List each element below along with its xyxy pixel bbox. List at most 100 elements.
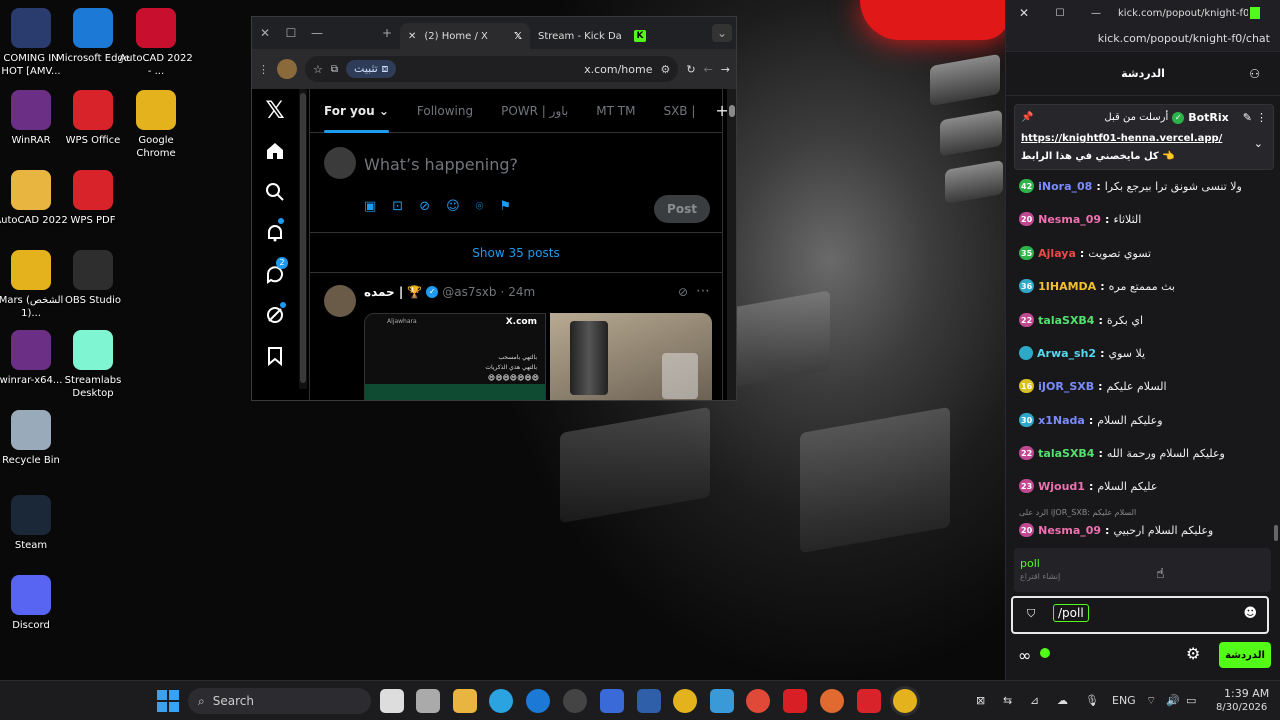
chat-username[interactable]: talaSXB4 bbox=[1038, 447, 1094, 460]
x-sidebar-scrollbar[interactable] bbox=[299, 89, 307, 389]
more-menu-icon[interactable]: ⋮ bbox=[258, 63, 269, 76]
chat-message[interactable]: 35 Ajlaya: تسوي تصويت bbox=[1019, 242, 1268, 264]
tab-for-you[interactable]: For you ⌄ bbox=[310, 89, 403, 133]
profile-avatar[interactable] bbox=[277, 59, 297, 79]
x-logo-icon[interactable]: 𝕏 bbox=[252, 89, 298, 130]
grok-explain-icon[interactable]: ⊘ bbox=[678, 285, 688, 299]
post-button[interactable]: Post bbox=[654, 195, 710, 223]
chat-username[interactable]: Nesma_09 bbox=[1038, 524, 1101, 537]
desktop-icon[interactable]: Steam bbox=[0, 495, 69, 552]
maximize-icon[interactable]: ☐ bbox=[278, 26, 304, 40]
url-text[interactable]: kick.com/popout/knight-f0/chat bbox=[1098, 32, 1270, 45]
close-tab-icon[interactable]: ✕ bbox=[408, 31, 416, 42]
tab-kick-stream[interactable]: Stream - Kick Da K bbox=[530, 23, 654, 49]
notifications-bell-icon[interactable] bbox=[252, 212, 298, 253]
search-icon[interactable] bbox=[252, 171, 298, 212]
desktop-icon[interactable]: OBS Studio bbox=[55, 250, 131, 307]
pin-install-button[interactable]: تثبيت ⧈ bbox=[346, 60, 397, 78]
emoji-picker-icon[interactable]: ☻ bbox=[1243, 606, 1257, 621]
desktop-icon[interactable]: Recycle Bin bbox=[0, 410, 69, 467]
clock-date[interactable]: 8/30/2026 bbox=[1216, 702, 1267, 713]
clock-time[interactable]: 1:39 AM bbox=[1224, 687, 1269, 700]
taskbar-search[interactable]: ⌕ Search bbox=[188, 688, 371, 714]
close-window-icon[interactable]: ✕ bbox=[252, 26, 278, 40]
tweet-media-photo[interactable] bbox=[550, 313, 712, 400]
image-icon[interactable]: ▣ bbox=[364, 199, 376, 214]
minimize-icon[interactable]: — bbox=[304, 26, 330, 40]
chat-input-value[interactable]: /poll bbox=[1053, 604, 1089, 622]
pinned-more-icon[interactable]: ⋮ bbox=[1256, 111, 1267, 124]
chat-username[interactable]: talaSXB4 bbox=[1038, 314, 1094, 327]
desktop-icon[interactable]: Google Chrome bbox=[118, 90, 194, 160]
pdf-icon[interactable] bbox=[746, 689, 770, 713]
chat-username[interactable]: Arwa_sh2 bbox=[1037, 347, 1096, 360]
tab-sxb[interactable]: SXB | bbox=[649, 89, 709, 133]
wifi-icon[interactable]: ⌔ bbox=[1146, 694, 1156, 708]
flag-icon[interactable]: ⚑ bbox=[499, 199, 511, 214]
onedrive-icon[interactable]: ☁ bbox=[1057, 694, 1068, 707]
tweet-media-screenshot[interactable]: Aljawhara X.com بالتهي بامسحب بالتهي هذي… bbox=[364, 313, 546, 400]
obs-icon[interactable] bbox=[563, 689, 587, 713]
tab-mt[interactable]: MT TM bbox=[582, 89, 649, 133]
volume-icon[interactable]: 🔊 bbox=[1166, 694, 1180, 707]
chat-message[interactable]: 20 Nesma_09: الثلاثاء bbox=[1019, 208, 1268, 230]
chat-scrollbar[interactable] bbox=[1274, 525, 1278, 541]
tab-powr[interactable]: POWR | باور bbox=[487, 89, 582, 133]
chevron-down-icon[interactable]: ⌄ bbox=[1254, 137, 1263, 150]
users-icon[interactable]: ⚇ bbox=[1249, 67, 1260, 81]
chat-message[interactable]: 16 iJOR_SXB: السلام عليكم bbox=[1019, 375, 1268, 397]
chat-username[interactable]: Nesma_09 bbox=[1038, 213, 1101, 226]
chat-message[interactable]: 42 iNora_08: ولا تنسى شونق ترا بيرجع بكرا bbox=[1019, 175, 1268, 197]
new-tab-icon[interactable]: + bbox=[374, 26, 400, 40]
minimize-icon[interactable]: — bbox=[1078, 8, 1114, 19]
tab-list-chevron-icon[interactable]: ⌄ bbox=[712, 24, 732, 42]
desktop-icon[interactable]: AutoCAD 2022 - ... bbox=[118, 8, 194, 78]
emoji-icon[interactable]: ☺ bbox=[446, 199, 460, 214]
shield-icon[interactable]: ⛉ bbox=[1027, 607, 1035, 621]
tweet[interactable]: حمده | 🏆 ✓ @as7sxb · 24m ⊘ ⋯ Aljawhara X… bbox=[310, 273, 722, 400]
language-indicator[interactable]: ENG bbox=[1112, 694, 1136, 707]
chat-message[interactable]: 22 talaSXB4: وعليكم السلام ورحمة الله bbox=[1019, 442, 1268, 464]
omnibox[interactable]: ☆ ⧉ تثبيت ⧈ x.com/home ⚙ bbox=[305, 56, 679, 82]
desktop-icon[interactable]: Streamlabs Desktop bbox=[55, 330, 131, 400]
netflix-icon[interactable] bbox=[783, 689, 807, 713]
send-chat-button[interactable]: الدردشة bbox=[1219, 642, 1271, 668]
close-window-icon[interactable]: ✕ bbox=[1006, 6, 1042, 20]
pinned-user[interactable]: BotRix bbox=[1188, 111, 1229, 124]
app-icon[interactable] bbox=[416, 689, 440, 713]
chrome-active-icon[interactable] bbox=[893, 689, 917, 713]
chat-message[interactable]: 23 Wjoud1: عليكم السلام bbox=[1019, 475, 1268, 497]
tweet-author-name[interactable]: حمده | bbox=[364, 285, 403, 299]
infinity-icon[interactable]: ∞ bbox=[1018, 646, 1031, 665]
app-icon[interactable] bbox=[637, 689, 661, 713]
store-icon[interactable] bbox=[600, 689, 624, 713]
chat-message[interactable]: 20 Nesma_09: وعليكم السلام ارحبيي bbox=[1019, 519, 1268, 541]
battery-icon[interactable]: ▭ bbox=[1186, 694, 1196, 707]
chat-message[interactable]: 22 talaSXB4: اي بكرة bbox=[1019, 309, 1268, 331]
app-icon[interactable] bbox=[710, 689, 734, 713]
maximize-icon[interactable]: ☐ bbox=[1042, 8, 1078, 19]
reload-icon[interactable]: ↻ bbox=[686, 63, 695, 76]
desktop-icon[interactable]: WPS PDF bbox=[55, 170, 131, 227]
location-icon[interactable]: ⌾ bbox=[476, 199, 484, 214]
chat-message[interactable]: 36 1IHAMDA: بث مممتع مره bbox=[1019, 275, 1268, 297]
telegram-icon[interactable] bbox=[489, 689, 513, 713]
tray-app-icon[interactable]: ⊿ bbox=[1030, 694, 1039, 707]
grok-compose-icon[interactable]: ⊘ bbox=[419, 199, 430, 214]
chat-message[interactable]: 30 x1Nada: وعليكم السلام bbox=[1019, 409, 1268, 431]
show-posts-button[interactable]: Show 35 posts bbox=[310, 233, 722, 273]
wps-office-icon[interactable] bbox=[857, 689, 881, 713]
tray-app-icon[interactable]: ⇆ bbox=[1003, 694, 1012, 707]
tweet-time[interactable]: 24m bbox=[508, 285, 535, 299]
chat-input[interactable]: ⛉ /poll ☻ bbox=[1011, 596, 1269, 634]
site-settings-icon[interactable]: ⚙ bbox=[660, 63, 670, 76]
compose-input[interactable]: What’s happening? bbox=[364, 155, 518, 174]
settings-gear-icon[interactable]: ⚙ bbox=[1186, 644, 1200, 663]
poll-command-suggestion[interactable]: poll إنشاء اقتراع ☝ bbox=[1014, 548, 1271, 592]
chat-username[interactable]: iNora_08 bbox=[1038, 180, 1092, 193]
grok-icon[interactable] bbox=[252, 294, 298, 335]
desktop-icon[interactable]: Discord bbox=[0, 575, 69, 632]
home-icon[interactable] bbox=[252, 130, 298, 171]
browser-scrollbar[interactable] bbox=[727, 89, 736, 400]
messages-icon[interactable]: 2 bbox=[252, 253, 298, 294]
